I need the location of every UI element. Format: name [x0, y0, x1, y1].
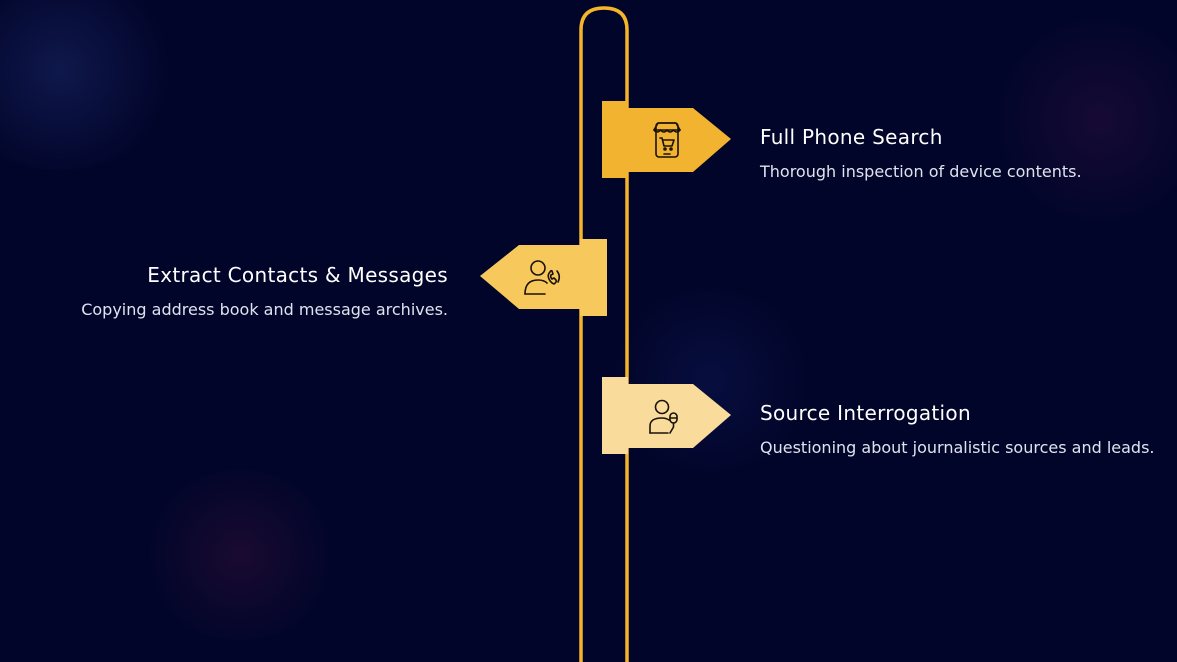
diagram-stage: Full Phone Search Thorough inspection of… [0, 0, 1177, 662]
step-2-sign [480, 239, 607, 316]
step-3-sign [602, 377, 731, 454]
step-2-description: Copying address book and message archive… [81, 300, 448, 319]
step-1-title: Full Phone Search [760, 125, 943, 149]
step-1-label: Full Phone Search Thorough inspection of… [760, 124, 1170, 184]
timeline-graphic [480, 6, 731, 662]
step-2-title: Extract Contacts & Messages [147, 263, 448, 287]
step-3-title: Source Interrogation [760, 401, 971, 425]
step-1-description: Thorough inspection of device contents. [760, 162, 1082, 181]
step-2-label: Extract Contacts & Messages Copying addr… [10, 262, 448, 322]
step-3-description: Questioning about journalistic sources a… [760, 438, 1155, 457]
step-3-label: Source Interrogation Questioning about j… [760, 400, 1170, 460]
